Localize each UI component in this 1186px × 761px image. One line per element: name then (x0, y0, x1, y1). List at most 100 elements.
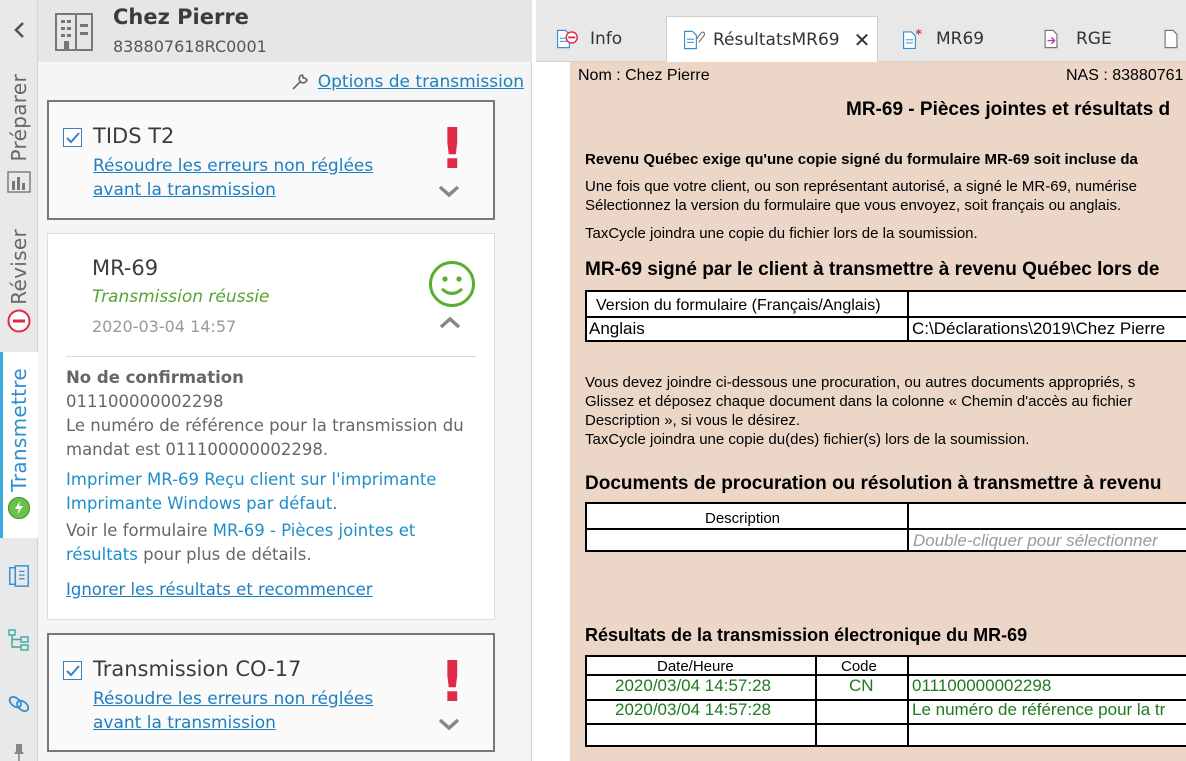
paragraph-1-bold: Revenu Québec exige qu'une copie signé d… (585, 151, 1138, 168)
section-signed-mr69-heading: MR-69 signé par le client à transmettre … (585, 259, 1160, 280)
doc-arrow-icon (1044, 29, 1058, 49)
paragraph-2-line-4: TaxCycle joindra une copie du(des) fichi… (585, 431, 1030, 448)
chart-icon (7, 170, 31, 194)
chevron-left-icon (14, 22, 24, 38)
tab-preparer-label: Préparer (7, 74, 31, 162)
signed-mr69-table: Version du formulaire (Français/Anglais)… (585, 290, 1186, 342)
error-exclamation-icon: ! (439, 117, 465, 182)
tab-info[interactable]: Info (540, 16, 664, 62)
tab-reviser[interactable]: Réviser (0, 205, 38, 345)
code-column-header: Code (841, 658, 877, 675)
tab-reviser-label: Réviser (7, 229, 31, 305)
table-divider (907, 292, 909, 340)
doc-star-icon: * (902, 26, 922, 50)
svg-text:*: * (915, 26, 922, 41)
table-divider (815, 657, 817, 745)
name-line: Nom : Chez Pierre (578, 67, 710, 84)
print-receipt-link[interactable]: Imprimer MR-69 Reçu client sur l'imprima… (66, 470, 436, 513)
wrench-icon (292, 74, 308, 90)
tab-resultats-mr69[interactable]: RésultatsMR69 ✕ (666, 16, 878, 63)
table-divider (587, 316, 1186, 318)
smiley-icon (429, 261, 475, 307)
close-tab-icon[interactable]: ✕ (854, 28, 871, 52)
section-procuration-heading: Documents de procuration ou résolution à… (585, 473, 1162, 494)
transmit-icon (7, 496, 31, 520)
error-exclamation-icon: ! (439, 650, 465, 715)
paragraph-2-line-1: Vous devez joindre ci-dessous une procur… (585, 374, 1136, 391)
building-icon (55, 13, 93, 51)
nas-line: NAS : 83880761 (1066, 67, 1184, 84)
stop-icon (7, 309, 31, 333)
transmit-panel: Chez Pierre 838807618RC0001 Options de t… (38, 0, 532, 761)
chevron-down-icon[interactable] (437, 184, 461, 198)
documents-icon[interactable] (7, 564, 31, 588)
link-icon[interactable] (7, 692, 31, 716)
reference-text: Le numéro de référence pour la transmiss… (66, 416, 464, 459)
tids-t2-checkbox[interactable] (63, 128, 82, 147)
app-window: Préparer Réviser Transmettre Chez Pierre… (0, 0, 1186, 761)
paragraph-1-line-3: Sélectionnez la version du formulaire qu… (585, 197, 1122, 214)
ignore-results-link[interactable]: Ignorer les résultats et recommencer (66, 580, 373, 599)
form-title: MR-69 - Pièces jointes et résultats d (846, 99, 1171, 120)
file-select-placeholder[interactable]: Double-cliquer pour sélectionner (913, 531, 1158, 551)
chevron-up-icon[interactable] (438, 316, 462, 330)
client-header: Chez Pierre 838807618RC0001 (38, 0, 532, 62)
ignore-results-row: Ignorer les résultats et recommencer (66, 578, 476, 602)
chevron-down-icon[interactable] (437, 717, 461, 731)
section-results-heading: Résultats de la transmission électroniqu… (585, 625, 1028, 645)
print-receipt-row: Imprimer MR-69 Reçu client sur l'imprima… (66, 470, 437, 513)
mr69-results-form: Nom : Chez Pierre NAS : 83880761 MR-69 -… (570, 62, 1186, 761)
tids-t2-resolve-errors-link[interactable]: Résoudre les erreurs non réglées avant l… (93, 154, 423, 202)
result-row-2-date: 2020/03/04 14:57:28 (615, 700, 771, 719)
tab-mr69[interactable]: * MR69 (886, 16, 1004, 62)
tab-mr69-label: MR69 (936, 29, 985, 49)
tab-resultats-mr69-label: RésultatsMR69 (713, 30, 840, 50)
result-row-1-message: 011100000002298 (912, 676, 1052, 695)
document-tabs: Info RésultatsMR69 ✕ * MR69 RGE (536, 0, 1186, 63)
tab-preparer[interactable]: Préparer (0, 62, 38, 202)
version-column-header: Version du formulaire (Français/Anglais) (596, 297, 881, 314)
check-icon (65, 664, 80, 676)
tab-info-label: Info (590, 29, 623, 49)
transmission-options-link[interactable]: Options de transmission (290, 72, 524, 92)
paragraph-2-line-3: Description », si vous le désirez. (585, 412, 801, 429)
tab-rge-label: RGE (1076, 29, 1112, 49)
back-button[interactable] (0, 0, 38, 60)
mr69-card: MR-69 Transmission réussie 2020-03-04 14… (47, 233, 495, 620)
pin-icon[interactable] (7, 740, 31, 761)
tab-transmettre-label: Transmettre (7, 368, 31, 492)
result-row-1-date: 2020/03/04 14:57:28 (615, 676, 771, 695)
description-column-header: Description (705, 510, 781, 527)
mr69-date: 2020-03-04 14:57 (92, 317, 237, 336)
view-form-row: Voir le formulaire MR-69 - Pièces jointe… (66, 521, 416, 564)
tree-icon[interactable] (7, 628, 31, 652)
tab-transmettre[interactable]: Transmettre (0, 352, 38, 538)
mr69-title: MR-69 (92, 256, 159, 280)
tids-t2-card: TIDS T2 Résoudre les erreurs non réglées… (47, 100, 495, 220)
co17-title: Transmission CO-17 (93, 657, 302, 681)
confirmation-number: 011100000002298 (66, 392, 224, 411)
table-divider (587, 723, 1186, 725)
table-divider (907, 657, 909, 745)
tab-rge[interactable]: RGE (1026, 16, 1136, 62)
mr69-status: Transmission réussie (92, 287, 270, 307)
results-table: Date/Heure Code 2020/03/04 14:57:28 CN 0… (585, 655, 1186, 747)
date-column-header: Date/Heure (657, 658, 734, 675)
file-path-value[interactable]: C:\Déclarations\2019\Chez Pierre (912, 319, 1165, 339)
co17-checkbox[interactable] (63, 661, 82, 680)
version-value[interactable]: Anglais (589, 319, 645, 339)
doc-error-icon (556, 29, 578, 49)
table-divider (587, 528, 1186, 530)
document-margin (536, 62, 570, 761)
paragraph-2-line-2: Glissez et déposez chaque document dans … (585, 393, 1133, 410)
confirmation-label: No de confirmation (66, 368, 244, 387)
paragraph-1-line-2: Une fois que votre client, ou son représ… (585, 178, 1137, 195)
table-divider (907, 504, 909, 550)
doc-icon (1164, 29, 1178, 49)
co17-resolve-errors-link[interactable]: Résoudre les erreurs non réglées avant l… (93, 687, 423, 735)
doc-clip-icon (683, 30, 705, 50)
tab-more[interactable] (1146, 16, 1186, 62)
check-icon (65, 131, 80, 143)
client-id: 838807618RC0001 (113, 37, 267, 56)
client-name: Chez Pierre (113, 5, 249, 29)
